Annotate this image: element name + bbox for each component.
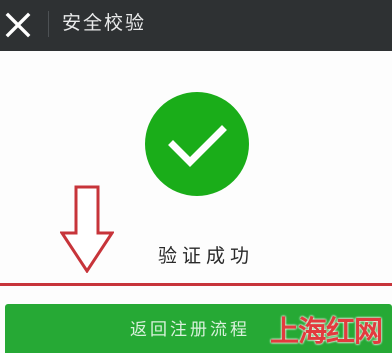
- header-divider: [48, 11, 49, 37]
- return-button-label: 返回注册流程: [130, 320, 250, 340]
- top-bar: 安全校验: [0, 0, 392, 51]
- verification-status-text: 验证成功: [157, 245, 254, 267]
- highlight-underline: [0, 283, 392, 286]
- security-check-screen: 安全校验 验证成功 返回注册流程 上海红网: [0, 0, 392, 353]
- watermark-text: 上海红网: [270, 314, 383, 348]
- check-circle-icon: [145, 92, 249, 196]
- close-icon: [5, 12, 31, 38]
- close-button[interactable]: [2, 6, 34, 42]
- page-title: 安全校验: [62, 12, 147, 34]
- watermark-logo: 上海红网: [270, 311, 390, 353]
